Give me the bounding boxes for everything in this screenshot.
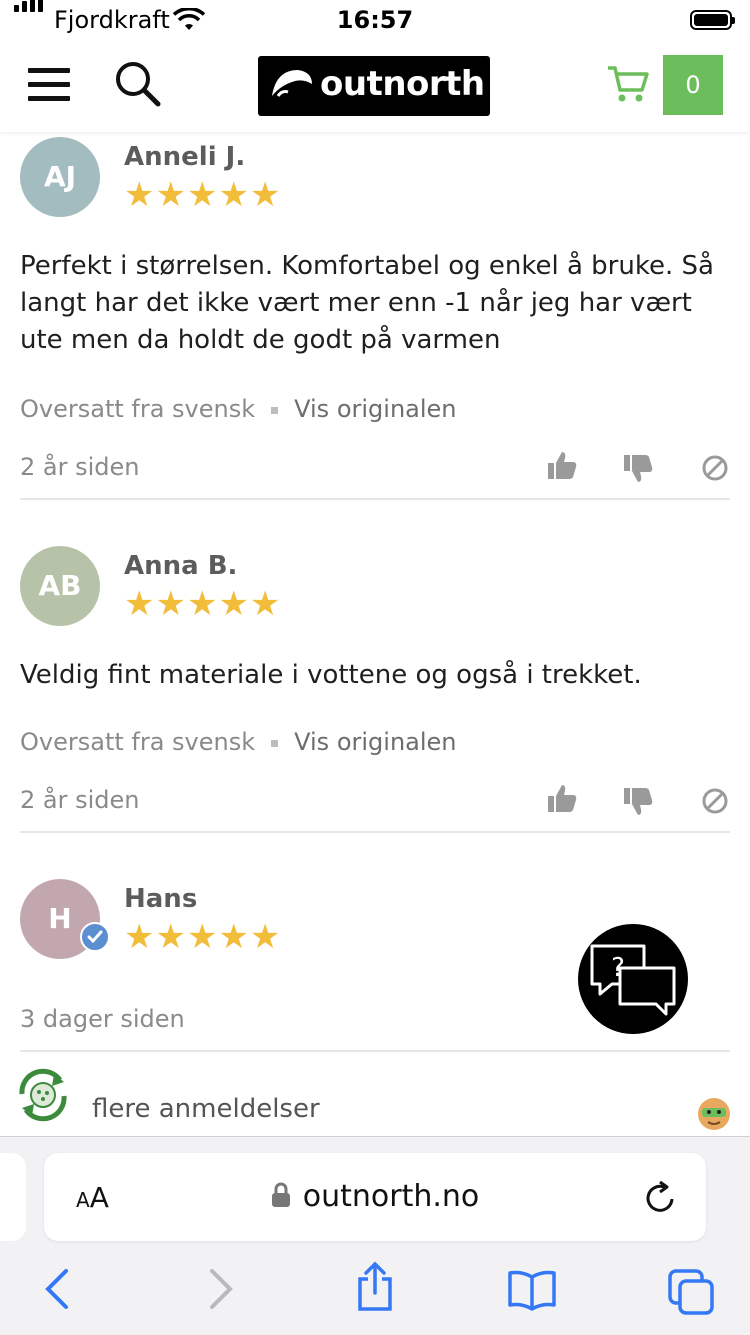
divider: [20, 498, 730, 500]
review-actions: [546, 782, 732, 818]
reviewer-name: Hans: [124, 884, 198, 914]
star-rating: ★★★★★: [124, 917, 282, 957]
avatar: AB: [20, 546, 100, 626]
translated-label: Oversatt fra svensk: [20, 728, 256, 756]
translation-info: Oversatt fra svensk Vis originalen: [20, 728, 457, 756]
report-icon[interactable]: [700, 786, 730, 816]
report-icon[interactable]: [700, 453, 730, 483]
thumbs-down-icon[interactable]: [622, 453, 654, 485]
review-text: Perfekt i størrelsen. Komfortabel og enk…: [20, 251, 714, 355]
lock-icon: [271, 1182, 290, 1207]
show-original-link[interactable]: Vis originalen: [294, 728, 456, 756]
reviewer-name: Anneli J.: [124, 142, 246, 172]
show-original-link[interactable]: Vis originalen: [294, 395, 456, 423]
thumbs-up-icon[interactable]: [546, 782, 578, 814]
star-rating: ★★★★★: [124, 175, 282, 215]
chat-help-button[interactable]: ?: [578, 924, 688, 1034]
share-icon[interactable]: [354, 1261, 396, 1313]
review-item: AJ Anneli J. ★★★★★ Perfekt i størrelsen.…: [0, 136, 750, 500]
bookmarks-icon[interactable]: [506, 1269, 558, 1311]
url-display[interactable]: outnorth.no: [44, 1179, 706, 1214]
star-rating: ★★★★★: [124, 584, 282, 624]
verified-badge-icon: [80, 922, 110, 952]
site-header: outnorth 0: [0, 40, 750, 132]
shopping-cart-icon[interactable]: [606, 64, 650, 104]
back-icon[interactable]: [42, 1267, 72, 1311]
translated-label: Oversatt fra svensk: [20, 395, 256, 423]
review-text: Veldig fint materiale i vottene og også …: [20, 660, 642, 690]
chat-question-icon: ?: [590, 944, 676, 1016]
divider: [20, 831, 730, 833]
review-time: 2 år siden: [20, 786, 140, 814]
divider: [20, 1050, 730, 1052]
translation-info: Oversatt fra svensk Vis originalen: [20, 395, 457, 423]
avatar: AJ: [20, 137, 100, 217]
forward-icon[interactable]: [206, 1267, 236, 1311]
svg-text:?: ?: [611, 953, 625, 983]
thumbs-down-icon[interactable]: [622, 786, 654, 818]
thumbs-up-icon[interactable]: [546, 449, 578, 481]
browser-toolbar: AA outnorth.no: [0, 1136, 750, 1335]
review-actions: [546, 449, 732, 485]
url-text: outnorth.no: [302, 1179, 480, 1214]
more-reviews-link[interactable]: flere anmeldelser: [92, 1094, 320, 1124]
review-item: AB Anna B. ★★★★★ Veldig fint materiale i…: [0, 545, 750, 835]
logo-text: outnorth: [320, 64, 485, 104]
outnorth-logo[interactable]: outnorth: [258, 56, 490, 116]
reload-icon[interactable]: [644, 1179, 678, 1215]
review-time: 2 år siden: [20, 453, 140, 481]
battery-icon: [690, 10, 735, 30]
address-bar[interactable]: AA outnorth.no: [44, 1153, 706, 1241]
status-bar: Fjordkraft 16:57: [0, 0, 750, 40]
review-time: 3 dager siden: [20, 1005, 185, 1033]
cart-count-badge[interactable]: 0: [663, 55, 723, 115]
logo-mark-icon: [272, 70, 312, 97]
search-icon[interactable]: [112, 58, 164, 110]
clock: 16:57: [336, 6, 414, 34]
hamburger-menu-icon[interactable]: [28, 68, 70, 102]
reviewer-name: Anna B.: [124, 551, 238, 581]
recycle-eco-icon[interactable]: [14, 1066, 72, 1124]
previous-tab-preview[interactable]: [0, 1153, 26, 1241]
mascot-face-icon: [698, 1098, 730, 1130]
more-reviews-row: flere anmeldelser: [0, 1060, 750, 1136]
tabs-icon[interactable]: [666, 1267, 716, 1315]
